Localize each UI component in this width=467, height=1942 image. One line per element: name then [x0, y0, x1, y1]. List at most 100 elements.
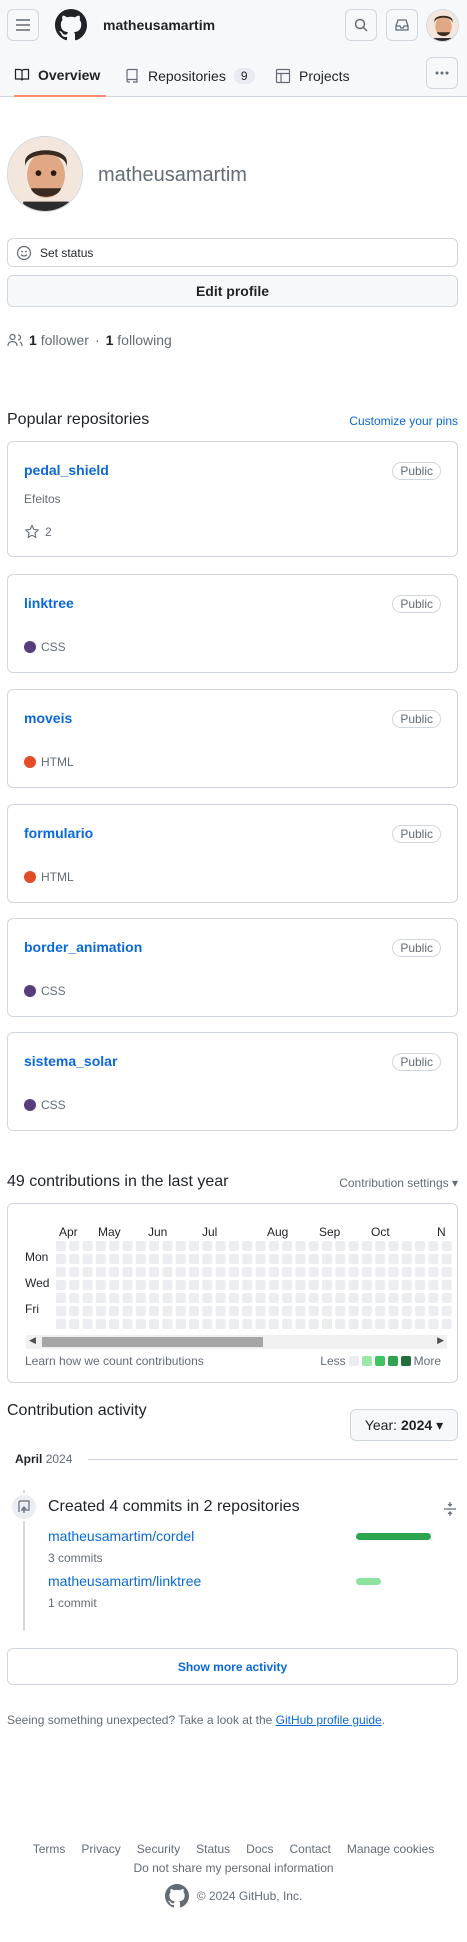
- contribution-cell[interactable]: [82, 1293, 93, 1303]
- contribution-cell[interactable]: [56, 1293, 66, 1303]
- contribution-cell[interactable]: [375, 1241, 386, 1251]
- contribution-cell[interactable]: [361, 1267, 372, 1277]
- contribution-cell[interactable]: [175, 1306, 186, 1316]
- contribution-cell[interactable]: [308, 1267, 319, 1277]
- contribution-cell[interactable]: [295, 1293, 306, 1303]
- contribution-cell[interactable]: [361, 1293, 372, 1303]
- repo-name-link[interactable]: linktree: [24, 595, 74, 611]
- contribution-cell[interactable]: [162, 1241, 173, 1251]
- contribution-cell[interactable]: [109, 1241, 120, 1251]
- contribution-cell[interactable]: [428, 1254, 439, 1264]
- contribution-cell[interactable]: [135, 1319, 146, 1329]
- contribution-cell[interactable]: [202, 1319, 213, 1329]
- contribution-cell[interactable]: [441, 1254, 452, 1264]
- contribution-cell[interactable]: [388, 1306, 399, 1316]
- footer-link-privacy[interactable]: Privacy: [81, 1842, 120, 1856]
- search-button[interactable]: [345, 9, 377, 41]
- fold-icon[interactable]: [442, 1501, 458, 1517]
- contribution-cell[interactable]: [415, 1267, 426, 1277]
- contribution-cell[interactable]: [215, 1280, 226, 1290]
- contribution-cell[interactable]: [242, 1241, 253, 1251]
- contribution-cell[interactable]: [428, 1319, 439, 1329]
- contribution-cell[interactable]: [308, 1241, 319, 1251]
- more-tabs-button[interactable]: [426, 57, 458, 89]
- contribution-cell[interactable]: [109, 1306, 120, 1316]
- contribution-cell[interactable]: [388, 1293, 399, 1303]
- contribution-cell[interactable]: [189, 1306, 199, 1316]
- contribution-cell[interactable]: [149, 1306, 160, 1316]
- contribution-cell[interactable]: [95, 1267, 106, 1277]
- repo-name-link[interactable]: formulario: [24, 825, 93, 841]
- contribution-cell[interactable]: [109, 1254, 120, 1264]
- contribution-cell[interactable]: [361, 1306, 372, 1316]
- contribution-cell[interactable]: [282, 1319, 293, 1329]
- contribution-cell[interactable]: [401, 1306, 412, 1316]
- scrollbar-thumb[interactable]: [42, 1337, 263, 1347]
- contribution-cell[interactable]: [401, 1241, 412, 1251]
- contribution-cell[interactable]: [56, 1254, 66, 1264]
- contribution-cell[interactable]: [202, 1293, 213, 1303]
- contribution-cell[interactable]: [268, 1280, 279, 1290]
- contribution-cell[interactable]: [348, 1241, 359, 1251]
- activity-repo-link[interactable]: matheusamartim/linktree: [48, 1573, 201, 1589]
- contribution-cell[interactable]: [242, 1280, 253, 1290]
- contribution-cell[interactable]: [388, 1267, 399, 1277]
- contribution-cell[interactable]: [69, 1319, 80, 1329]
- contribution-cell[interactable]: [109, 1319, 120, 1329]
- contribution-cell[interactable]: [189, 1319, 199, 1329]
- contribution-cell[interactable]: [202, 1306, 213, 1316]
- contribution-cell[interactable]: [215, 1319, 226, 1329]
- set-status-button[interactable]: Set status: [7, 238, 458, 267]
- contribution-cell[interactable]: [122, 1319, 133, 1329]
- footer-link-security[interactable]: Security: [137, 1842, 180, 1856]
- contribution-cell[interactable]: [82, 1319, 93, 1329]
- contribution-cell[interactable]: [162, 1306, 173, 1316]
- contribution-cell[interactable]: [322, 1267, 332, 1277]
- contribution-cell[interactable]: [361, 1241, 372, 1251]
- following-link[interactable]: 1 following: [106, 332, 172, 348]
- contribution-cell[interactable]: [295, 1267, 306, 1277]
- contribution-cell[interactable]: [175, 1254, 186, 1264]
- edit-profile-button[interactable]: Edit profile: [7, 275, 458, 307]
- contribution-cell[interactable]: [388, 1319, 399, 1329]
- contribution-cell[interactable]: [375, 1319, 386, 1329]
- contribution-cell[interactable]: [428, 1306, 439, 1316]
- contribution-cell[interactable]: [135, 1254, 146, 1264]
- github-mark-icon[interactable]: [164, 1884, 189, 1908]
- contribution-cell[interactable]: [441, 1319, 452, 1329]
- contribution-cell[interactable]: [268, 1293, 279, 1303]
- user-avatar[interactable]: [426, 9, 459, 42]
- contribution-cell[interactable]: [228, 1293, 239, 1303]
- contribution-cell[interactable]: [175, 1280, 186, 1290]
- contribution-cell[interactable]: [122, 1293, 133, 1303]
- contribution-cell[interactable]: [361, 1254, 372, 1264]
- contribution-cell[interactable]: [415, 1306, 426, 1316]
- graph-scrollbar[interactable]: ◀ ▶: [26, 1335, 447, 1349]
- footer-link-terms[interactable]: Terms: [33, 1842, 66, 1856]
- contribution-cell[interactable]: [122, 1241, 133, 1251]
- show-more-activity-button[interactable]: Show more activity: [7, 1648, 458, 1685]
- contribution-cell[interactable]: [82, 1267, 93, 1277]
- contribution-cell[interactable]: [415, 1254, 426, 1264]
- contribution-cell[interactable]: [415, 1241, 426, 1251]
- contribution-cell[interactable]: [322, 1254, 332, 1264]
- contribution-cell[interactable]: [228, 1267, 239, 1277]
- contribution-cell[interactable]: [69, 1280, 80, 1290]
- contribution-cell[interactable]: [56, 1319, 66, 1329]
- contribution-cell[interactable]: [348, 1306, 359, 1316]
- contribution-cell[interactable]: [242, 1306, 253, 1316]
- contribution-cell[interactable]: [441, 1306, 452, 1316]
- footer-link-docs[interactable]: Docs: [246, 1842, 273, 1856]
- hamburger-menu-button[interactable]: [7, 9, 39, 41]
- contribution-cell[interactable]: [295, 1319, 306, 1329]
- contribution-cell[interactable]: [401, 1267, 412, 1277]
- contribution-cell[interactable]: [295, 1254, 306, 1264]
- contribution-cell[interactable]: [388, 1254, 399, 1264]
- contribution-cell[interactable]: [189, 1293, 199, 1303]
- contribution-cell[interactable]: [282, 1293, 293, 1303]
- inbox-button[interactable]: [386, 9, 418, 41]
- contribution-cell[interactable]: [228, 1306, 239, 1316]
- contribution-cell[interactable]: [335, 1306, 346, 1316]
- contribution-cell[interactable]: [255, 1280, 266, 1290]
- contribution-cell[interactable]: [401, 1293, 412, 1303]
